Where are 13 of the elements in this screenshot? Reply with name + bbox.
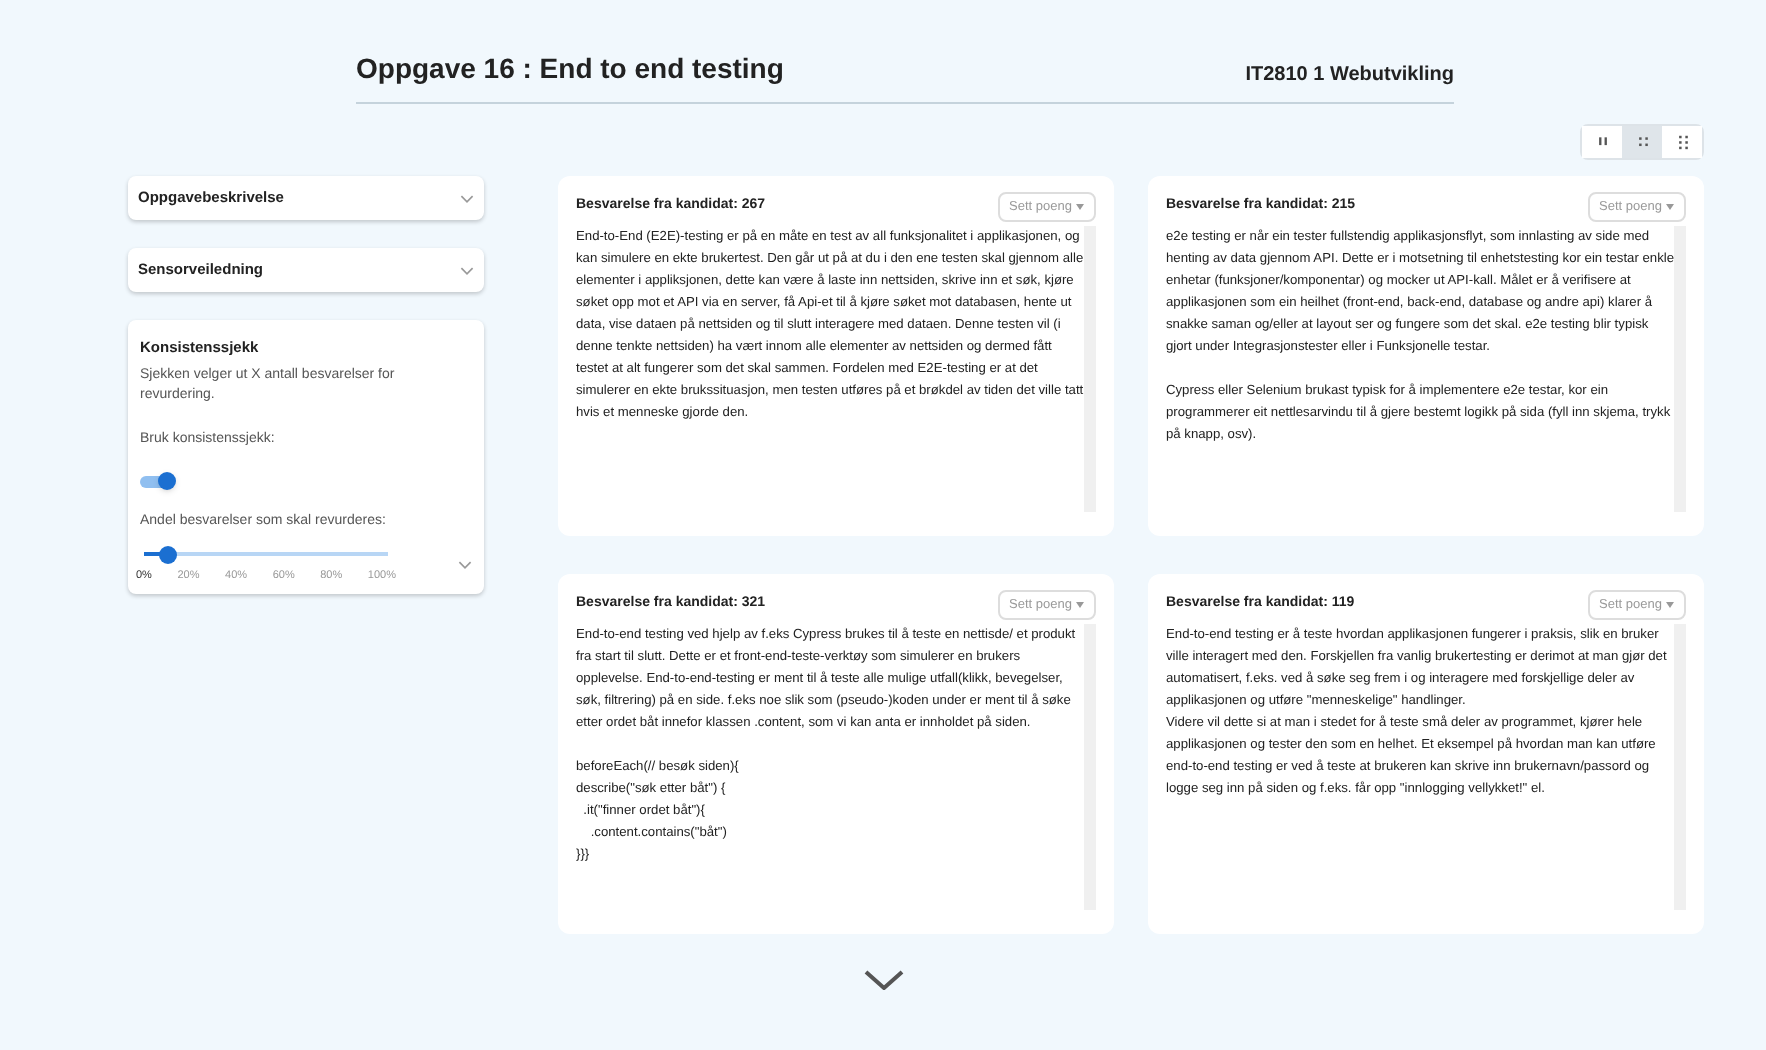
grid-icon bbox=[1595, 134, 1609, 150]
grid-icon bbox=[1635, 134, 1649, 150]
grid-icon bbox=[1675, 134, 1689, 150]
toggle-switch[interactable] bbox=[140, 471, 176, 492]
course-name: IT2810 1 Webutvikling bbox=[1245, 62, 1454, 90]
chevron-down-icon bbox=[460, 265, 474, 275]
chevron-down-icon bbox=[460, 193, 474, 203]
view-toggle-button[interactable] bbox=[1622, 126, 1662, 158]
chevron-down-icon[interactable] bbox=[863, 970, 903, 990]
chevron-down-icon bbox=[458, 559, 472, 569]
page-title: Oppgave 16 : End to end testing bbox=[356, 50, 784, 88]
slider-track[interactable] bbox=[144, 544, 388, 565]
slider-thumb[interactable] bbox=[159, 545, 178, 564]
